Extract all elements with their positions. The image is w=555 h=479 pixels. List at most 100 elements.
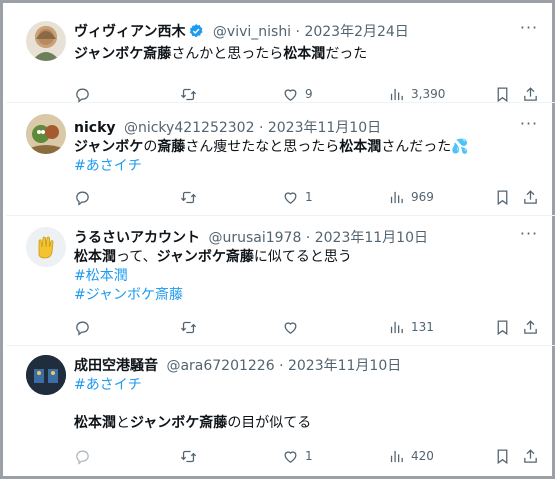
text-segment: に似てると思う	[253, 249, 352, 265]
tweet-actions: 9 3,390	[74, 84, 537, 104]
tweet[interactable]: nicky @nicky421252302 · 2023年11月10日 ··· …	[6, 103, 555, 216]
tweet-header: ヴィヴィアン西木 @vivi_nishi · 2023年2月24日	[74, 21, 535, 43]
views-count: 3,390	[411, 87, 446, 101]
bookmark-button[interactable]	[494, 84, 511, 104]
highlighted-text: ジャンボケ	[74, 139, 144, 155]
highlighted-text: 松本潤	[74, 415, 116, 431]
like-icon	[282, 448, 299, 465]
bookmark-button[interactable]	[494, 446, 511, 466]
share-button[interactable]	[522, 84, 539, 104]
views-button[interactable]: 969	[388, 187, 434, 207]
tweet[interactable]: ヴィヴィアン西木 @vivi_nishi · 2023年2月24日 ··· ジャ…	[6, 11, 555, 103]
like-button[interactable]: 1	[282, 187, 313, 207]
like-count: 1	[305, 190, 313, 204]
reply-button[interactable]	[74, 446, 97, 466]
tweet-text-line: #ジャンボケ斎藤	[74, 286, 535, 305]
tweet-meta: @nicky421252302 · 2023年11月10日	[124, 120, 381, 136]
handle[interactable]: @vivi_nishi	[213, 24, 291, 40]
views-button[interactable]: 131	[388, 317, 434, 337]
highlighted-text: 斎藤	[157, 139, 186, 155]
text-segment: さんだった💦	[381, 139, 469, 155]
tweet-text: ジャンボケ斎藤さんかと思ったら松本潤だった	[74, 45, 535, 64]
handle[interactable]: @urusai1978	[208, 230, 301, 246]
display-name[interactable]: うるさいアカウント	[74, 230, 200, 246]
avatar[interactable]	[26, 227, 66, 267]
more-icon[interactable]: ···	[517, 20, 541, 41]
views-icon	[388, 448, 405, 465]
tweet-text-line: 松本潤って、ジャンボケ斎藤に似てると思う	[74, 248, 535, 267]
display-name[interactable]: nicky	[74, 120, 116, 136]
tweet-text: #あさイチ 松本潤とジャンボケ斎藤の目が似てる	[74, 376, 535, 433]
separator: ·	[279, 358, 284, 374]
tweet-header: 成田空港騒音 @ara67201226 · 2023年11月10日	[74, 355, 535, 377]
tweet-meta: @ara67201226 · 2023年11月10日	[166, 358, 401, 374]
tweet-text-line: #松本潤	[74, 267, 535, 286]
retweet-icon	[180, 189, 197, 206]
more-icon[interactable]: ···	[517, 226, 541, 247]
avatar[interactable]	[26, 114, 66, 154]
reply-icon	[74, 448, 91, 465]
timestamp[interactable]: 2023年11月10日	[288, 358, 401, 374]
handle[interactable]: @nicky421252302	[124, 120, 255, 136]
bookmark-icon	[494, 448, 511, 465]
retweet-button[interactable]	[180, 317, 203, 337]
tweet-actions: 1 969	[74, 187, 537, 207]
views-count: 420	[411, 449, 434, 463]
tweet-header: うるさいアカウント @urusai1978 · 2023年11月10日	[74, 227, 535, 249]
views-button[interactable]: 420	[388, 446, 434, 466]
hashtag-link[interactable]: #松本潤	[74, 268, 128, 284]
tweet-text: 松本潤って、ジャンボケ斎藤に似てると思う #松本潤 #ジャンボケ斎藤	[74, 248, 535, 305]
tweet-meta: @urusai1978 · 2023年11月10日	[208, 230, 428, 246]
display-name[interactable]: ヴィヴィアン西木	[74, 24, 185, 40]
like-button[interactable]: 1	[282, 446, 313, 466]
views-button[interactable]: 3,390	[388, 84, 445, 104]
like-count: 1	[305, 449, 313, 463]
separator: ·	[258, 120, 264, 136]
share-button[interactable]	[522, 446, 539, 466]
reply-button[interactable]	[74, 317, 97, 337]
display-name[interactable]: 成田空港騒音	[74, 358, 158, 374]
highlighted-text: 松本潤	[339, 139, 382, 155]
share-button[interactable]	[522, 187, 539, 207]
reply-button[interactable]	[74, 187, 97, 207]
timestamp[interactable]: 2023年11月10日	[268, 120, 381, 136]
share-button[interactable]	[522, 317, 539, 337]
text-segment: って、	[116, 249, 157, 265]
bookmark-button[interactable]	[494, 187, 511, 207]
views-icon	[388, 189, 405, 206]
avatar[interactable]	[26, 21, 66, 61]
like-button[interactable]	[282, 317, 305, 337]
views-icon	[388, 86, 405, 103]
highlighted-text: ジャンボケ斎藤	[156, 249, 254, 265]
views-icon	[388, 319, 405, 336]
bookmark-icon	[494, 86, 511, 103]
share-icon	[522, 86, 539, 103]
handle[interactable]: @ara67201226	[166, 358, 274, 374]
like-count: 9	[305, 87, 313, 101]
like-button[interactable]: 9	[282, 84, 313, 104]
avatar[interactable]	[26, 355, 66, 395]
retweet-button[interactable]	[180, 84, 203, 104]
retweet-button[interactable]	[180, 446, 203, 466]
tweet-actions: 1 420	[74, 446, 537, 466]
timestamp[interactable]: 2023年11月10日	[315, 230, 428, 246]
tweet-text-line	[74, 395, 535, 414]
text-segment: と	[116, 415, 130, 431]
retweet-icon	[180, 319, 197, 336]
retweet-button[interactable]	[180, 187, 203, 207]
tweet[interactable]: 成田空港騒音 @ara67201226 · 2023年11月10日 #あさイチ松…	[6, 346, 555, 476]
tweet[interactable]: うるさいアカウント @urusai1978 · 2023年11月10日 ··· …	[6, 216, 555, 346]
bookmark-button[interactable]	[494, 317, 511, 337]
tweet-meta: @vivi_nishi · 2023年2月24日	[213, 24, 409, 40]
hashtag-link[interactable]: #あさイチ	[74, 158, 142, 174]
tweet-text-line: #あさイチ	[74, 376, 535, 395]
timestamp[interactable]: 2023年2月24日	[304, 24, 408, 40]
more-icon[interactable]: ···	[517, 116, 541, 137]
hashtag-link[interactable]: #ジャンボケ斎藤	[74, 287, 183, 303]
tweet-header: nicky @nicky421252302 · 2023年11月10日	[74, 117, 535, 139]
share-icon	[522, 189, 539, 206]
hashtag-link[interactable]: #あさイチ	[74, 377, 142, 393]
bookmark-icon	[494, 189, 511, 206]
highlighted-text: ジャンボケ斎藤	[74, 46, 172, 62]
reply-button[interactable]	[74, 84, 97, 104]
